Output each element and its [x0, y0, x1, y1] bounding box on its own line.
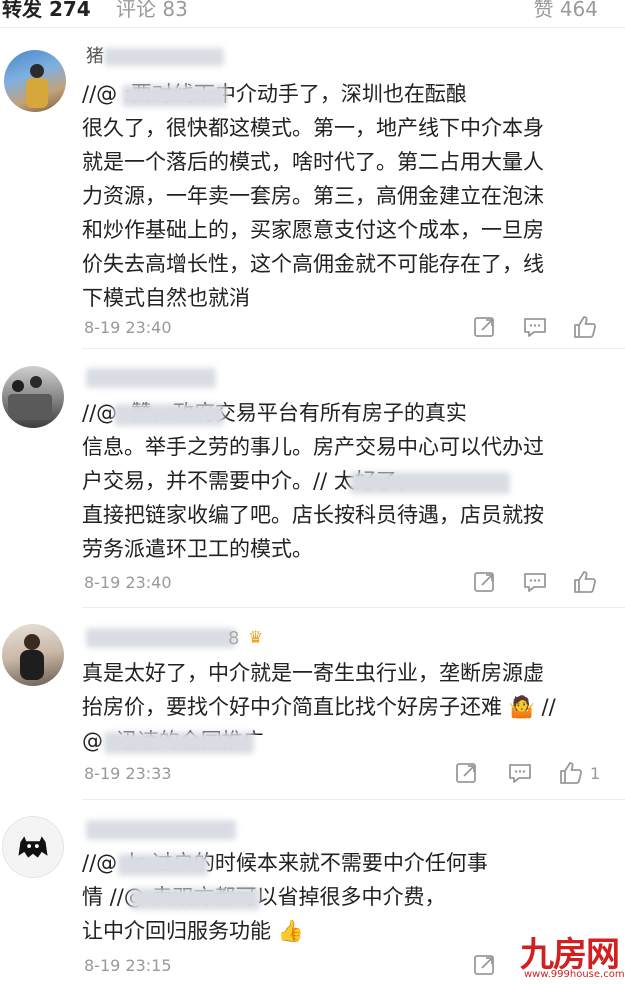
comment-meta: 8-19 23:40	[82, 569, 602, 599]
mention-blur	[114, 404, 224, 426]
name-blur	[86, 368, 216, 388]
comment-icon[interactable]	[507, 760, 533, 786]
comment-time: 8-19 23:33	[84, 764, 172, 783]
comment-line: 就是一个落后的模式，啥时代了。第二占用大量人	[82, 150, 544, 174]
comment-time: 8-19 23:40	[84, 318, 172, 337]
commenter-name[interactable]: 猪	[86, 42, 104, 68]
comment-line: 很久了，很快都这模式。第一，地产线下中介本身	[82, 116, 544, 140]
comment-meta: 8-19 23:40	[82, 314, 602, 344]
repost-icon[interactable]	[454, 760, 480, 786]
comment-time: 8-19 23:40	[84, 573, 172, 592]
comment-line: 户交易，并不需要中介。// 太好了，	[82, 469, 418, 493]
comment-divider	[82, 348, 625, 349]
repost-icon[interactable]	[472, 314, 498, 340]
mention-blur	[104, 732, 254, 754]
comment-line: 抬房价，要找个好中介简直比找个好房子还难 🤷 //	[82, 695, 556, 719]
watermark-sub: www.999house.com	[524, 969, 625, 980]
comment-line: 下模式自然也就消	[82, 286, 250, 310]
tab-repost[interactable]: 转发 274	[2, 0, 91, 21]
tab-comment[interactable]: 评论 83	[116, 0, 188, 21]
mention-blur	[130, 888, 260, 910]
comment-line: 力资源，一年卖一套房。第三，高佣金建立在泡沫	[82, 184, 544, 208]
repost-icon[interactable]	[472, 952, 498, 978]
comment-icon[interactable]	[522, 314, 548, 340]
tab-like[interactable]: 赞 464	[533, 0, 598, 21]
mention-blur	[118, 854, 208, 876]
comment-line: 劳务派遣环卫工的模式。	[82, 537, 313, 561]
comment-icon[interactable]	[522, 569, 548, 595]
comment-text: //@ :要对线下中介动手了，深圳也在酝酿 很久了，很快都这模式。第一，地产线下…	[82, 77, 602, 315]
comment-divider	[82, 799, 625, 800]
comment-line: 和炒作基础上的，买家愿意支付这个成本，一旦房	[82, 218, 544, 242]
vip-crown-icon: ♛	[248, 628, 264, 648]
like-icon[interactable]	[558, 760, 584, 786]
comment-line: 价失去高增长性，这个高佣金就不可能存在了，线	[82, 252, 544, 276]
comment-line: 直接把链家收编了吧。店长按科员待遇，店员就按	[82, 503, 544, 527]
watermark-logo: 九房网 www.999house.com	[520, 933, 625, 983]
comment-meta: 8-19 23:33 1	[82, 760, 602, 790]
like-count: 1	[590, 764, 601, 783]
name-blur	[86, 820, 236, 840]
comment-divider	[82, 607, 625, 608]
name-blur	[86, 628, 236, 648]
tab-divider	[0, 27, 625, 28]
commenter-name[interactable]: 8	[228, 628, 239, 649]
like-icon[interactable]	[572, 569, 598, 595]
like-icon[interactable]	[572, 314, 598, 340]
mention-blur	[350, 472, 510, 494]
avatar[interactable]	[4, 50, 66, 112]
mention-blur	[122, 85, 227, 107]
tab-bar: 转发 274 评论 83 赞 464	[0, 0, 625, 30]
avatar[interactable]	[2, 816, 64, 878]
comment-line: 信息。举手之劳的事儿。房产交易中心可以代办过	[82, 435, 544, 459]
avatar[interactable]	[2, 366, 64, 428]
comment-time: 8-19 23:15	[84, 956, 172, 975]
comment-line: 真是太好了，中介就是一寄生虫行业，垄断房源虚	[82, 661, 544, 685]
name-blur	[104, 48, 224, 66]
bat-icon	[18, 836, 48, 858]
avatar[interactable]	[2, 624, 64, 686]
repost-icon[interactable]	[472, 569, 498, 595]
